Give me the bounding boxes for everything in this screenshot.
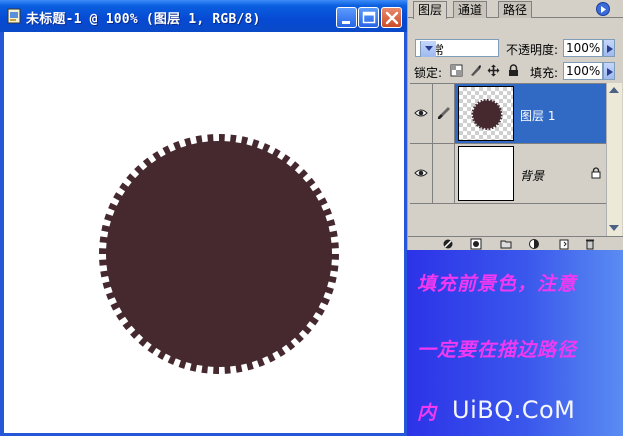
thumbnail-circle-shape bbox=[471, 99, 503, 130]
lock-icon bbox=[591, 167, 601, 182]
layer-row-background[interactable]: 背景 bbox=[410, 144, 606, 204]
lock-image-pixels-icon[interactable] bbox=[469, 64, 482, 77]
lock-transparency-icon[interactable] bbox=[450, 64, 463, 77]
panel-tab-strip: 图层 通道 路径 bbox=[408, 0, 623, 19]
caption-line-1: 填充前景色，注意 bbox=[417, 273, 578, 295]
maximize-button[interactable] bbox=[358, 7, 379, 28]
document-window: 未标题-1 @ 100% (图层 1, RGB/8) bbox=[0, 0, 407, 436]
brush-icon bbox=[438, 107, 450, 119]
watermark: UiBQ.CoM bbox=[452, 396, 576, 424]
screen: 未标题-1 @ 100% (图层 1, RGB/8) 图层 通道 路径 不透明度… bbox=[0, 0, 623, 436]
document-title: 未标题-1 @ 100% (图层 1, RGB/8) bbox=[26, 12, 261, 27]
layer-visibility-toggle[interactable] bbox=[410, 84, 433, 143]
layers-panel: 图层 通道 路径 正常 不透明度: 100% 锁定: bbox=[407, 0, 623, 250]
document-titlebar[interactable]: 未标题-1 @ 100% (图层 1, RGB/8) bbox=[0, 0, 407, 32]
fill-label: 填充: bbox=[530, 66, 559, 80]
layers-scrollbar[interactable] bbox=[606, 83, 622, 236]
lock-label: 锁定: bbox=[414, 66, 443, 80]
lock-all-icon[interactable] bbox=[507, 64, 520, 77]
photoshop-doc-icon bbox=[6, 8, 22, 24]
tab-layers[interactable]: 图层 bbox=[413, 1, 448, 19]
opacity-input[interactable]: 100% bbox=[563, 39, 603, 57]
stamp-edge-circle-shape bbox=[99, 134, 339, 374]
chevron-right-icon bbox=[607, 68, 613, 76]
layer-name: 背景 bbox=[520, 169, 545, 183]
blend-mode-dropdown-button[interactable] bbox=[420, 41, 436, 57]
opacity-label: 不透明度: bbox=[506, 43, 559, 57]
new-group-folder-icon[interactable] bbox=[500, 238, 512, 250]
close-icon bbox=[385, 11, 399, 25]
new-layer-icon[interactable] bbox=[558, 238, 570, 250]
panel-menu-arrow-icon bbox=[601, 6, 606, 13]
eye-icon bbox=[414, 169, 428, 177]
link-layers-icon[interactable] bbox=[442, 238, 454, 250]
eye-icon bbox=[414, 109, 428, 117]
layer-name: 图层 1 bbox=[520, 109, 556, 123]
opacity-slider-button[interactable] bbox=[603, 39, 615, 57]
tutorial-caption: 填充前景色，注意 一定要在描边路径 内 UiBQ.CoM bbox=[407, 250, 623, 436]
trash-icon[interactable] bbox=[584, 238, 596, 250]
layer-visibility-toggle[interactable] bbox=[410, 144, 433, 203]
layer-row-layer-1[interactable]: 图层 1 bbox=[410, 84, 606, 144]
document-canvas[interactable] bbox=[4, 32, 404, 433]
maximize-icon bbox=[362, 11, 376, 24]
layer-link-cell[interactable] bbox=[433, 144, 455, 203]
fill-input[interactable]: 100% bbox=[563, 62, 603, 80]
layer-thumbnail-layer-1 bbox=[458, 86, 514, 141]
lock-row: 锁定: 填充: 100% bbox=[408, 61, 623, 81]
chevron-down-icon bbox=[425, 46, 433, 51]
tab-channels[interactable]: 通道 bbox=[453, 1, 488, 18]
caption-line-2: 一定要在描边路径 bbox=[417, 339, 578, 361]
blend-mode-row: 正常 不透明度: 100% bbox=[408, 37, 623, 59]
close-button[interactable] bbox=[381, 7, 402, 28]
scroll-down-arrow-icon[interactable] bbox=[609, 225, 619, 231]
tab-paths[interactable]: 路径 bbox=[498, 1, 533, 18]
add-layer-mask-icon[interactable] bbox=[470, 238, 482, 250]
blend-mode-select[interactable]: 正常 bbox=[415, 39, 499, 57]
minimize-button[interactable] bbox=[336, 7, 357, 28]
panel-menu-button[interactable] bbox=[596, 2, 610, 16]
minimize-icon bbox=[342, 21, 350, 24]
caption-line-3: 内 bbox=[417, 402, 438, 424]
layers-list: 图层 1 背景 bbox=[410, 83, 606, 236]
canvas-artwork bbox=[97, 132, 341, 376]
new-adjustment-layer-icon[interactable] bbox=[528, 238, 540, 250]
layers-panel-footer bbox=[408, 236, 623, 250]
chevron-right-icon bbox=[607, 45, 613, 53]
lock-position-icon[interactable] bbox=[487, 64, 500, 77]
layer-link-cell[interactable] bbox=[433, 84, 455, 143]
scroll-up-arrow-icon[interactable] bbox=[609, 87, 619, 93]
fill-slider-button[interactable] bbox=[603, 62, 615, 80]
layer-thumbnail-background bbox=[458, 146, 514, 201]
